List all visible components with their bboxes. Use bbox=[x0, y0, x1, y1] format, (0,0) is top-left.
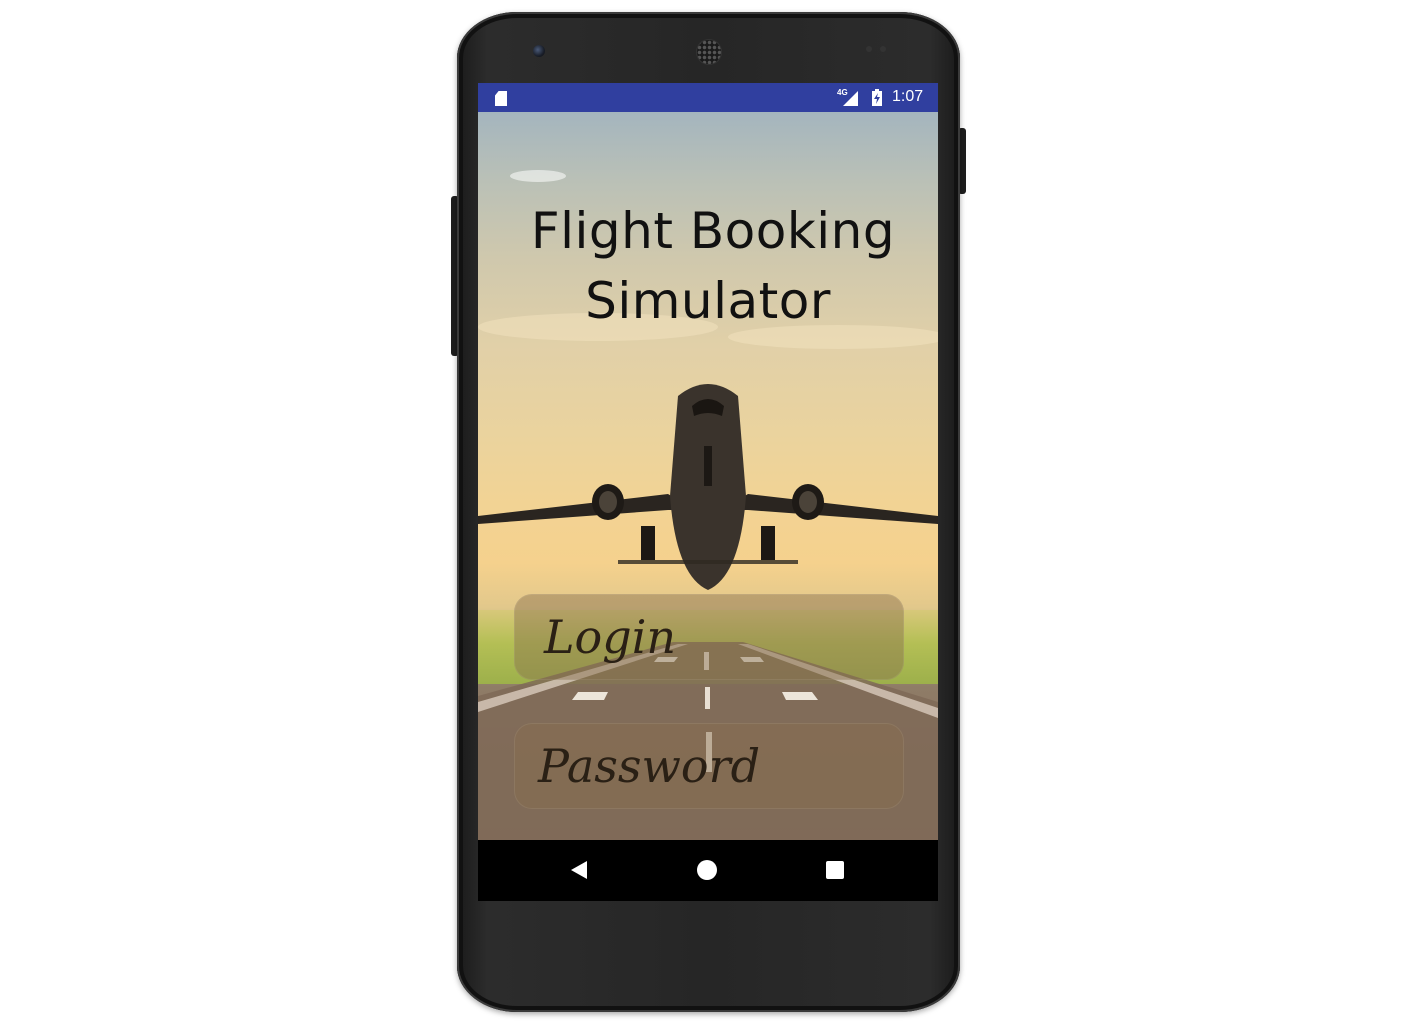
earpiece-speaker bbox=[697, 40, 721, 64]
sensor bbox=[880, 46, 886, 52]
app-title: Flight Booking Simulator bbox=[478, 196, 938, 336]
title-line-2: Simulator bbox=[585, 272, 831, 330]
sd-card-icon bbox=[495, 91, 507, 106]
login-field[interactable]: Login bbox=[514, 594, 904, 680]
back-icon[interactable] bbox=[571, 861, 587, 879]
login-screen: Flight Booking Simulator Login Password bbox=[478, 112, 938, 840]
device-mockup: 4G 1:07 Flight Booking Simulator Login P… bbox=[0, 0, 1417, 1024]
home-icon[interactable] bbox=[697, 860, 717, 880]
login-placeholder: Login bbox=[544, 610, 677, 664]
battery-charging-icon bbox=[872, 89, 882, 106]
password-placeholder: Password bbox=[538, 739, 761, 793]
recents-icon[interactable] bbox=[826, 861, 844, 879]
front-camera-icon bbox=[533, 45, 545, 57]
navigation-bar bbox=[478, 840, 938, 901]
screen: 4G 1:07 Flight Booking Simulator Login P… bbox=[478, 83, 938, 901]
status-bar: 4G 1:07 bbox=[478, 83, 938, 112]
clock: 1:07 bbox=[892, 88, 924, 105]
password-field[interactable]: Password bbox=[514, 723, 904, 809]
title-line-1: Flight Booking bbox=[530, 202, 896, 260]
sensor bbox=[866, 46, 872, 52]
airplane-icon bbox=[478, 384, 938, 590]
signal-icon bbox=[843, 91, 858, 106]
